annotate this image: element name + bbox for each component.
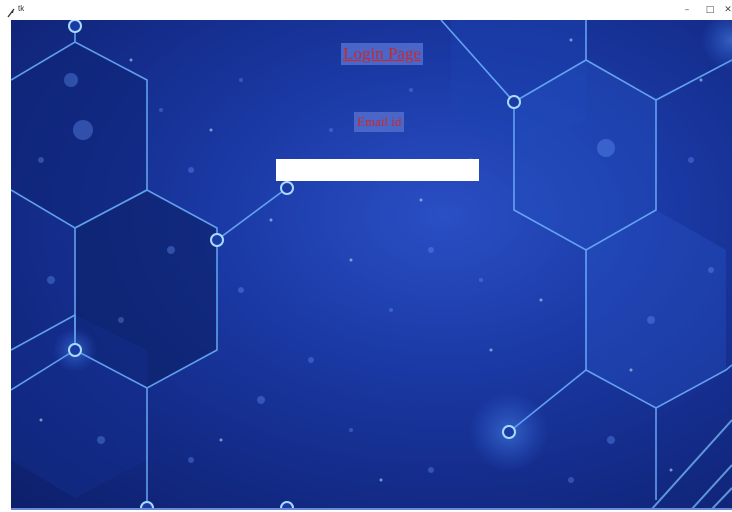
- feather-icon: [6, 5, 16, 18]
- close-button[interactable]: ✕: [724, 4, 732, 16]
- email-label: Email id: [354, 112, 405, 132]
- maximize-button[interactable]: □: [703, 4, 717, 16]
- minimize-button[interactable]: –: [680, 4, 694, 16]
- email-input[interactable]: [276, 159, 479, 181]
- page-title: Login Page: [341, 43, 423, 65]
- window-bottom-border: [11, 508, 732, 510]
- hexagon-network-background: [11, 20, 732, 510]
- title-bar: tk – □ ✕: [0, 0, 732, 20]
- app-window: tk – □ ✕ Login Page Email id: [0, 0, 732, 512]
- window-title: tk: [18, 4, 25, 13]
- login-background: Login Page Email id: [11, 20, 732, 510]
